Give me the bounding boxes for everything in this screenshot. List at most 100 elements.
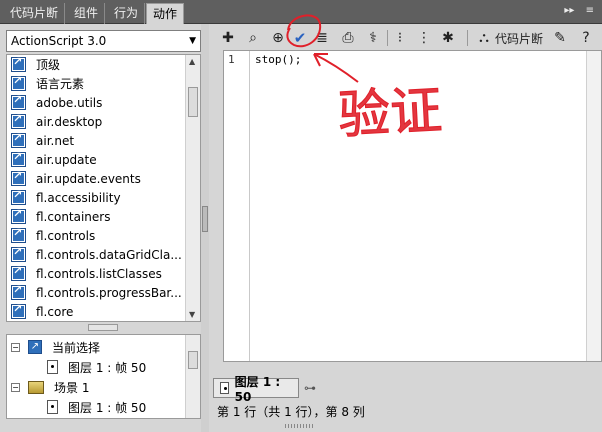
package-book-icon [11,245,26,262]
tree-item-label: adobe.utils [36,95,103,110]
tree-item[interactable]: fl.accessibility [7,188,185,207]
package-book-icon [11,169,26,186]
package-book-icon [11,112,26,129]
nav-frame-item[interactable]: 图层 1 : 帧 50 [47,397,146,417]
line-number-gutter: 1 [224,51,250,361]
collapse-panel-icon[interactable]: ▸▸ [564,5,574,16]
toolbar-divider [467,30,468,46]
add-statement-icon[interactable]: ✚ [219,29,237,47]
code-snippets-label[interactable]: 代码片断 [495,30,543,47]
tree-item-label: fl.core [36,304,74,319]
language-select[interactable]: ActionScript 3.0 ▼ [6,30,201,52]
code-text[interactable]: stop(); [255,53,301,66]
tree-item[interactable]: air.desktop [7,112,185,131]
tree-item-label: 顶级 [36,58,61,72]
tree-item-label: fl.controls [36,228,96,243]
horizontal-splitter-handle[interactable] [88,324,118,331]
tree-item[interactable]: fl.controls.listClasses [7,264,185,283]
tree-item-label: air.update.events [36,171,141,186]
status-bar: 第 1 行（共 1 行），第 8 列 [217,405,365,419]
collapse-toggle-icon[interactable]: − [11,342,20,352]
nav-label: 图层 1 : 帧 50 [68,400,147,415]
panel-menu-icon[interactable]: ≡ [586,5,594,16]
pin-script-icon[interactable]: ⊶ [304,381,316,395]
scrollbar-thumb[interactable] [188,87,198,117]
nav-scene[interactable]: − 场景 1 [11,377,89,397]
tree-item[interactable]: 顶级 [7,55,185,74]
script-pane: ✚ ⌕ ⊕ ✔ ≣ ⎙ ⚕ ⁝ ⋮ ✱ ⛬ 代码片断 ✎ ? 1 stop();… [209,24,602,432]
code-hint-icon[interactable]: ⎙ [339,29,357,47]
check-syntax-icon[interactable]: ✔ [291,29,309,47]
tree-item-label: fl.accessibility [36,190,121,205]
collapse-between-braces-icon[interactable]: ⁝ [391,29,409,47]
scroll-up-icon[interactable]: ▲ [189,57,195,66]
auto-format-icon[interactable]: ≣ [313,29,331,47]
tree-item-label: 语言元素 [36,77,85,91]
package-book-icon [11,207,26,224]
tree-item[interactable]: fl.controls.dataGridCla... [7,245,185,264]
tree-item-label: fl.controls.progressBar... [36,285,182,300]
tab-code-snippets[interactable]: 代码片断 [4,3,66,24]
nav-frame-item[interactable]: 图层 1 : 帧 50 [47,357,146,377]
tree-item[interactable]: fl.core [7,302,185,321]
script-toolbar: ✚ ⌕ ⊕ ✔ ≣ ⎙ ⚕ ⁝ ⋮ ✱ ⛬ 代码片断 ✎ ? [209,24,602,52]
actions-toolbox: ActionScript 3.0 ▼ 顶级 语言元素 adobe.utils a… [0,24,205,432]
frame-script-icon [220,382,229,394]
current-selection-icon: ↗ [28,340,42,354]
package-book-icon [11,93,26,110]
package-book-icon [11,226,26,243]
package-book-icon [11,55,26,72]
splitter-grip[interactable] [202,206,208,232]
tree-item[interactable]: air.update.events [7,169,185,188]
code-editor[interactable]: 1 stop(); [223,50,602,362]
code-snippets-icon[interactable]: ⛬ [475,29,493,47]
panel-menu-buttons: ▸▸ ≡ [556,5,594,16]
nav-label: 图层 1 : 帧 50 [68,360,147,375]
language-select-value: ActionScript 3.0 [11,34,107,48]
package-book-icon [11,131,26,148]
line-number: 1 [228,53,235,66]
tree-item[interactable]: air.net [7,131,185,150]
debug-options-icon[interactable]: ⚕ [364,29,382,47]
tree-item[interactable]: fl.containers [7,207,185,226]
magic-wand-icon[interactable]: ✎ [551,29,569,47]
tree-item[interactable]: 语言元素 [7,74,185,93]
help-icon[interactable]: ? [577,29,595,47]
toolbar-divider [387,30,388,46]
tree-item-label: fl.controls.dataGridCla... [36,247,182,262]
collapse-selection-icon[interactable]: ⋮ [415,29,433,47]
tree-item[interactable]: fl.controls.progressBar... [7,283,185,302]
chevron-down-icon[interactable]: ▼ [189,31,196,51]
tree-item-label: air.net [36,133,75,148]
find-icon[interactable]: ⌕ [244,29,262,47]
expand-all-icon[interactable]: ✱ [439,29,457,47]
panel-tab-bar: 代码片断 组件 行为 动作 ▸▸ ≡ [0,0,602,24]
tab-behaviors[interactable]: 行为 [108,3,146,24]
tree-item-label: fl.containers [36,209,111,224]
tree-item[interactable]: fl.controls [7,226,185,245]
tab-actions[interactable]: 动作 [146,3,185,24]
scroll-down-icon[interactable]: ▼ [189,310,195,319]
target-path-icon[interactable]: ⊕ [269,29,287,47]
package-book-icon [11,264,26,281]
package-book-icon [11,302,26,319]
nav-current-selection[interactable]: − ↗ 当前选择 [11,337,100,357]
script-navigator: − ↗ 当前选择 图层 1 : 帧 50 − 场景 1 图层 1 : 帧 50 [6,334,201,419]
vertical-splitter[interactable] [201,24,209,432]
scene-icon [28,380,44,394]
tree-item[interactable]: adobe.utils [7,93,185,112]
tab-components[interactable]: 组件 [68,3,106,24]
editor-scrollbar[interactable] [586,51,601,361]
package-book-icon [11,150,26,167]
scrollbar-thumb[interactable] [188,351,198,369]
navigator-scrollbar[interactable] [185,335,200,418]
tree-item-label: air.update [36,152,97,167]
tree-item[interactable]: air.update [7,150,185,169]
layer-frame-tab[interactable]: 图层 1 : 50 [213,375,299,404]
package-tree: 顶级 语言元素 adobe.utils air.desktop air.net … [6,54,201,322]
tree-item-label: fl.controls.listClasses [36,266,162,281]
package-tree-scrollbar[interactable]: ▲ ▼ [185,55,200,321]
panel-resize-grip[interactable] [285,424,315,428]
collapse-toggle-icon[interactable]: − [11,382,20,392]
tree-item-label: air.desktop [36,114,103,129]
